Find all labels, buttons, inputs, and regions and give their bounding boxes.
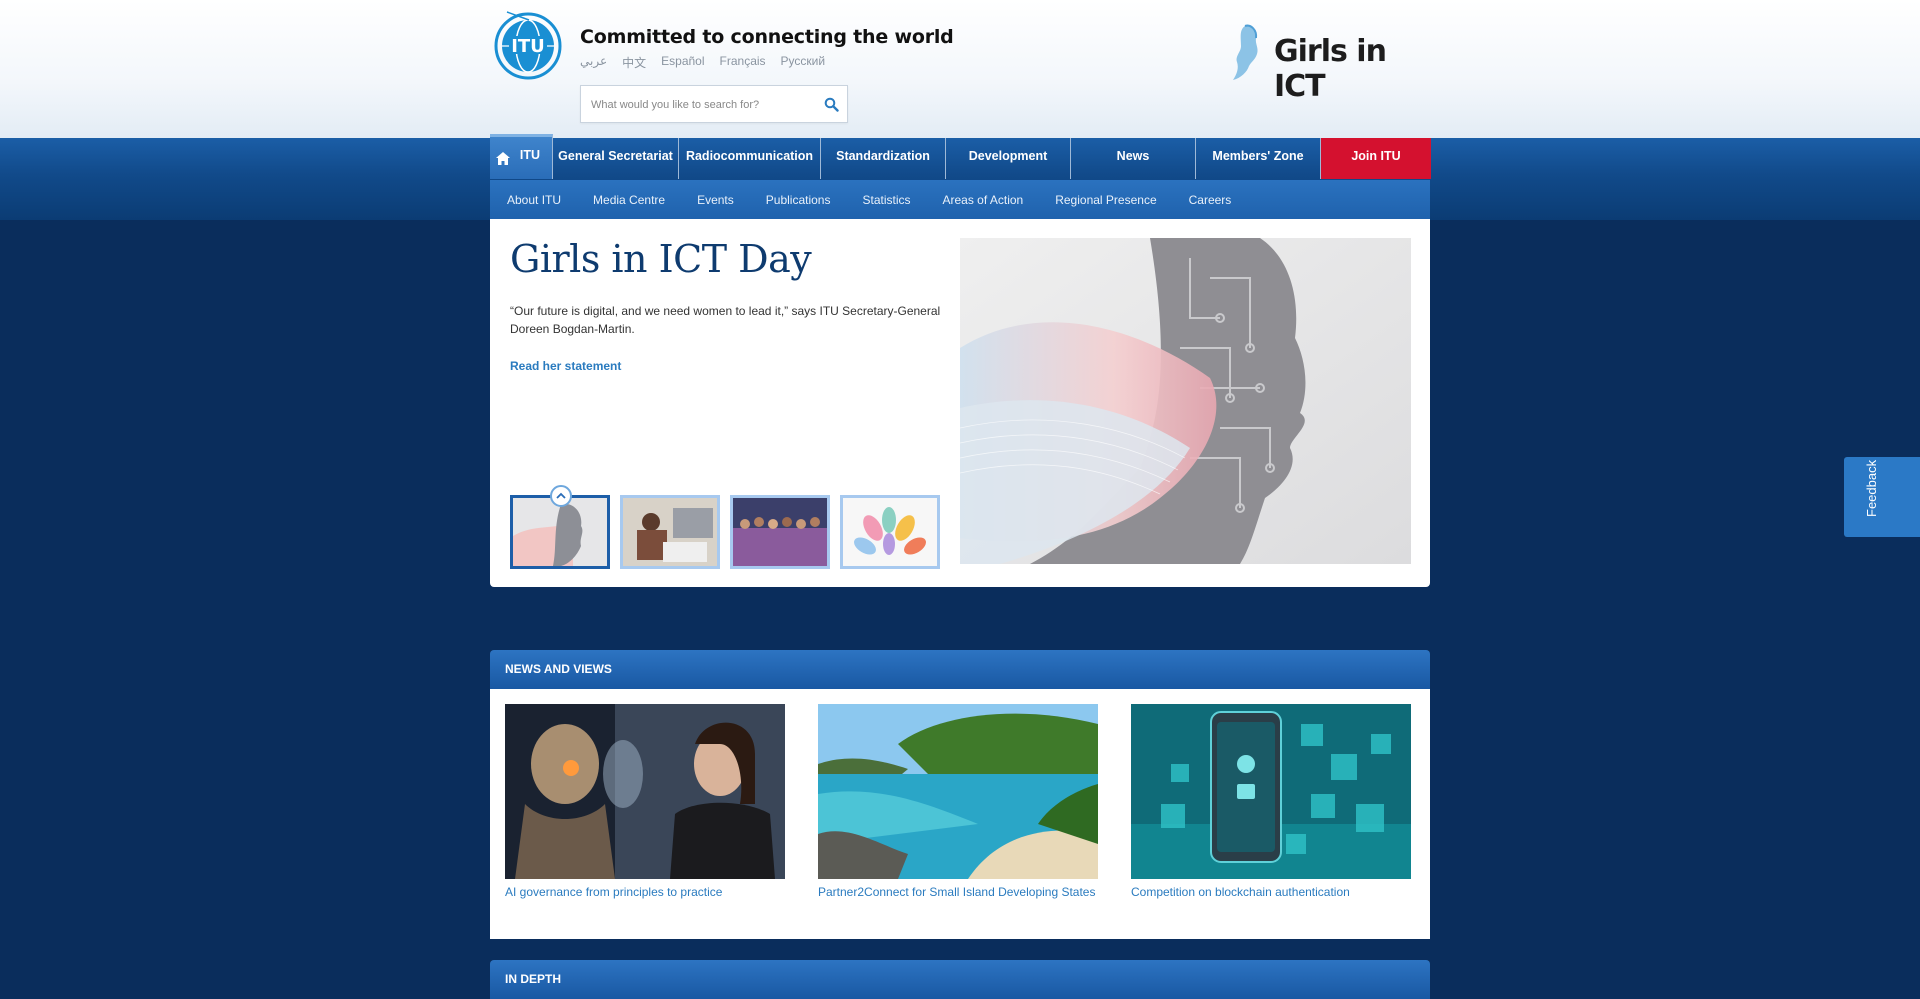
lang-french[interactable]: Français [720, 54, 766, 71]
chevron-up-icon [556, 492, 566, 499]
thumb-group-photo-image [733, 498, 827, 566]
search-icon[interactable] [824, 97, 839, 112]
thumb-face-image [513, 498, 607, 566]
carousel-thumb-1[interactable] [510, 485, 610, 569]
language-switcher: عربي 中文 Español Français Русский [580, 54, 825, 71]
header-background [0, 0, 1920, 138]
news-caption[interactable]: Partner2Connect for Small Island Develop… [818, 885, 1098, 899]
nav-item-radiocommunication[interactable]: Radiocommunication [679, 138, 821, 179]
subnav-statistics[interactable]: Statistics [862, 193, 910, 207]
news-card[interactable]: AI governance from principles to practic… [505, 704, 785, 899]
silhouette-icon [1233, 24, 1258, 80]
search-input[interactable] [589, 95, 813, 115]
carousel-thumb-2[interactable] [620, 495, 720, 569]
news-caption[interactable]: Competition on blockchain authentication [1131, 885, 1411, 899]
carousel-thumb-4[interactable] [840, 495, 940, 569]
lang-chinese[interactable]: 中文 [622, 54, 646, 71]
join-itu-button[interactable]: Join ITU [1321, 138, 1431, 179]
home-icon [496, 152, 510, 165]
feedback-label: Feedback [1864, 459, 1879, 517]
subnav-about-itu[interactable]: About ITU [507, 193, 561, 207]
subnav-areas-of-action[interactable]: Areas of Action [943, 193, 1024, 207]
news-blockchain-phone-image [1131, 704, 1411, 879]
lang-spanish[interactable]: Español [661, 54, 704, 71]
campaign-logo-text: Girls in ICT [1274, 34, 1387, 104]
lang-russian[interactable]: Русский [781, 54, 826, 71]
lang-arabic[interactable]: عربي [580, 54, 607, 71]
news-island-beach-image [818, 704, 1098, 879]
news-card[interactable]: Competition on blockchain authentication [1131, 704, 1411, 899]
carousel-thumbnails [510, 485, 940, 569]
svg-text:ITU: ITU [511, 36, 545, 57]
news-and-views-heading: NEWS AND VIEWS [490, 650, 1430, 689]
main-navigation: ITU General Secretariat Radiocommunicati… [490, 134, 1431, 180]
sub-navigation: About ITU Media Centre Events Publicatio… [490, 180, 1430, 219]
girls-in-ict-logo[interactable]: Girls in ICT [1223, 22, 1428, 104]
nav-item-members-zone[interactable]: Members' Zone [1196, 138, 1321, 179]
nav-item-itu-home[interactable]: ITU [490, 134, 553, 179]
in-depth-heading: IN DEPTH [490, 960, 1430, 999]
nav-item-label: ITU [519, 148, 541, 162]
carousel-thumb-3[interactable] [730, 495, 830, 569]
thumb-colorful-leaves-image [843, 498, 937, 566]
hero-title: Girls in ICT Day [510, 237, 812, 281]
feedback-tab[interactable]: Feedback [1844, 457, 1920, 537]
nav-item-general-secretariat[interactable]: General Secretariat [553, 138, 679, 179]
hero-quote: “Our future is digital, and we need wome… [510, 304, 941, 336]
thumb-classroom-image [623, 498, 717, 566]
hero-face-circuit-image [960, 238, 1411, 564]
nav-item-standardization[interactable]: Standardization [821, 138, 946, 179]
site-tagline: Committed to connecting the world [580, 26, 954, 48]
subnav-regional-presence[interactable]: Regional Presence [1055, 193, 1156, 207]
hero-carousel: Girls in ICT Day “Our future is digital,… [490, 219, 1430, 587]
itu-logo[interactable]: ITU [493, 6, 565, 80]
subnav-publications[interactable]: Publications [766, 193, 831, 207]
news-ai-robot-image [505, 704, 785, 879]
news-card[interactable]: Partner2Connect for Small Island Develop… [818, 704, 1098, 899]
news-caption[interactable]: AI governance from principles to practic… [505, 885, 785, 899]
subnav-media-centre[interactable]: Media Centre [593, 193, 665, 207]
active-slide-indicator [550, 485, 572, 507]
news-and-views-section: AI governance from principles to practic… [490, 689, 1430, 939]
search-box [580, 85, 848, 123]
nav-item-news[interactable]: News [1071, 138, 1196, 179]
read-statement-link[interactable]: Read her statement [510, 359, 621, 373]
nav-item-development[interactable]: Development [946, 138, 1071, 179]
subnav-events[interactable]: Events [697, 193, 734, 207]
subnav-careers[interactable]: Careers [1189, 193, 1232, 207]
